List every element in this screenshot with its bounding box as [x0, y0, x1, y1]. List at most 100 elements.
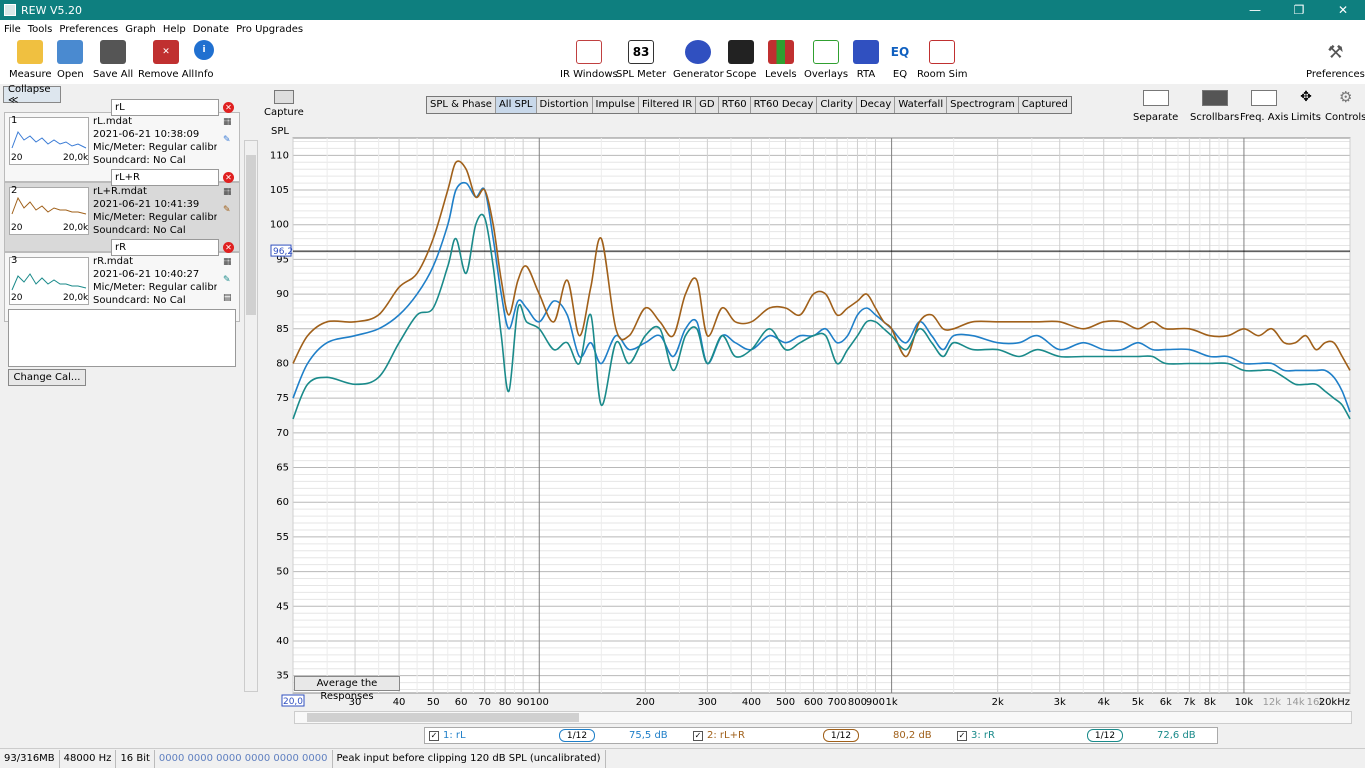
- levels-icon: [767, 40, 794, 64]
- menu-graph[interactable]: Graph: [125, 24, 156, 35]
- x-tick-label: 5k: [1132, 697, 1144, 708]
- status-bits: 16 Bit: [116, 749, 155, 768]
- y-axis-label: SPL: [271, 126, 289, 137]
- x-tick-label: 4k: [1098, 697, 1110, 708]
- folder-icon: [57, 40, 84, 64]
- smoothing-selector[interactable]: 1/12: [559, 729, 595, 742]
- thumbnail-trace: [11, 196, 87, 215]
- panel-scrollbar[interactable]: [244, 140, 258, 692]
- y-tick-label: 110: [270, 150, 289, 161]
- preferences-button[interactable]: ⚒ Preferences: [1306, 40, 1365, 80]
- y-tick-label: 35: [276, 671, 289, 682]
- spl-chart[interactable]: SPL 354045505560657075808590951001051103…: [258, 84, 1365, 708]
- change-cal-button[interactable]: Change Cal...: [8, 369, 86, 386]
- x-tick-label: 14k: [1286, 697, 1305, 708]
- legend-checkbox[interactable]: ✓: [429, 730, 439, 741]
- ir-windows-button[interactable]: IR Windows: [560, 40, 618, 80]
- measurement-name-input[interactable]: rR: [111, 239, 219, 256]
- graph-scrollbar[interactable]: [294, 711, 1352, 724]
- delete-icon[interactable]: ✕: [223, 242, 234, 253]
- x-tick-label: 6k: [1160, 697, 1172, 708]
- menu-donate[interactable]: Donate: [193, 24, 229, 35]
- eq-button[interactable]: EQ EQ: [887, 40, 913, 80]
- generator-icon: [685, 40, 712, 64]
- wrench-icon: ⚒: [1322, 40, 1349, 64]
- y-tick-label: 100: [270, 220, 289, 231]
- delete-icon[interactable]: ✕: [223, 172, 234, 183]
- legend-item-1: ✓ 1: rL 1/12 75,5 dB: [425, 728, 689, 743]
- y-tick-label: 90: [276, 289, 289, 300]
- measure-button[interactable]: Measure: [9, 40, 52, 80]
- remove-all-button[interactable]: ✕ Remove All: [138, 40, 194, 80]
- smoothing-selector[interactable]: 1/12: [823, 729, 859, 742]
- color-pen-icon[interactable]: ✎: [223, 135, 234, 146]
- spl-meter-button[interactable]: 83 SPL Meter: [616, 40, 666, 80]
- open-button[interactable]: Open: [57, 40, 84, 80]
- graph-icon[interactable]: ▦: [223, 117, 234, 128]
- x-tick-label: 50: [427, 697, 440, 708]
- y-tick-label: 65: [276, 463, 289, 474]
- graph-icon[interactable]: ▦: [223, 187, 234, 198]
- measurement-soundcard: Soundcard: No Cal: [93, 155, 186, 166]
- measurement-soundcard: Soundcard: No Cal: [93, 295, 186, 306]
- menu-pro-upgrades[interactable]: Pro Upgrades: [236, 24, 303, 35]
- x-tick-label: 60: [455, 697, 468, 708]
- notes-area[interactable]: [8, 309, 236, 367]
- thumbnail-trace: [11, 273, 87, 291]
- x-tick-label: 100: [530, 697, 549, 708]
- legend-checkbox[interactable]: ✓: [957, 730, 967, 741]
- save-all-button[interactable]: Save All: [93, 40, 133, 80]
- measurement-mic: Mic/Meter: Regular calibratior: [93, 212, 217, 223]
- close-button[interactable]: ✕: [1321, 0, 1365, 20]
- x-tick-label: 40: [393, 697, 406, 708]
- menu-file[interactable]: File: [4, 24, 21, 35]
- legend-checkbox[interactable]: ✓: [693, 730, 703, 741]
- rta-button[interactable]: RTA: [853, 40, 879, 80]
- levels-button[interactable]: Levels: [765, 40, 797, 80]
- measure-icon: [17, 40, 44, 64]
- measurement-number: 1: [11, 115, 18, 126]
- thumbnail-max-label: 20,0k: [63, 293, 89, 303]
- scrollbar-thumb[interactable]: [246, 155, 256, 315]
- x-tick-label: 700: [827, 697, 846, 708]
- status-bar: 93/316MB 48000 Hz 16 Bit 0000 0000 0000 …: [0, 748, 1365, 768]
- measurement-name-input[interactable]: rL+R: [111, 169, 219, 186]
- color-pen-icon[interactable]: ✎: [223, 205, 234, 216]
- info-button[interactable]: i Info: [194, 40, 214, 80]
- app-icon: [4, 4, 16, 16]
- room-sim-button[interactable]: Room Sim: [917, 40, 968, 80]
- x-tick-label: 7k: [1183, 697, 1195, 708]
- x-start-value: 20,0: [283, 697, 303, 707]
- color-pen-icon[interactable]: ✎: [223, 275, 234, 286]
- smoothing-selector[interactable]: 1/12: [1087, 729, 1123, 742]
- measurements-panel: Collapse ≪ rL ✕ 1 20 20,0k rL.mdat 2021-…: [0, 84, 258, 748]
- room-sim-icon: [929, 40, 956, 64]
- menu-tools[interactable]: Tools: [28, 24, 53, 35]
- delete-icon[interactable]: ✕: [223, 102, 234, 113]
- collapse-button[interactable]: Collapse ≪: [3, 84, 61, 106]
- legend-item-2: ✓ 2: rL+R 1/12 80,2 dB: [689, 728, 953, 743]
- scope-button[interactable]: Scope: [726, 40, 756, 80]
- status-rate: 48000 Hz: [60, 749, 117, 768]
- scrollbar-thumb[interactable]: [307, 713, 579, 722]
- generator-button[interactable]: Generator: [673, 40, 724, 80]
- graph-icon[interactable]: ▦: [223, 257, 234, 268]
- average-responses-button[interactable]: Average the Responses: [294, 676, 400, 702]
- measurement-name-input[interactable]: rL: [111, 99, 219, 116]
- measurement-date: 2021-06-21 10:40:27: [93, 269, 200, 280]
- notes-icon[interactable]: ▤: [223, 293, 234, 304]
- menu-help[interactable]: Help: [163, 24, 186, 35]
- thumbnail-max-label: 20,0k: [63, 223, 89, 233]
- maximize-button[interactable]: ❐: [1277, 0, 1321, 20]
- legend-item-3: ✓ 3: rR 1/12 72,6 dB: [953, 728, 1217, 743]
- legend-value: 72,6 dB: [1157, 730, 1196, 741]
- status-meters: 0000 0000 0000 0000 0000 0000: [155, 749, 333, 768]
- x-tick-label: 500: [776, 697, 795, 708]
- overlays-button[interactable]: Overlays: [804, 40, 848, 80]
- x-tick-label: 90: [517, 697, 530, 708]
- minimize-button[interactable]: —: [1233, 0, 1277, 20]
- x-tick-label: 70: [478, 697, 491, 708]
- menu-preferences[interactable]: Preferences: [59, 24, 118, 35]
- cursor-label: 96,2: [270, 244, 293, 257]
- x-tick-label: 300: [698, 697, 717, 708]
